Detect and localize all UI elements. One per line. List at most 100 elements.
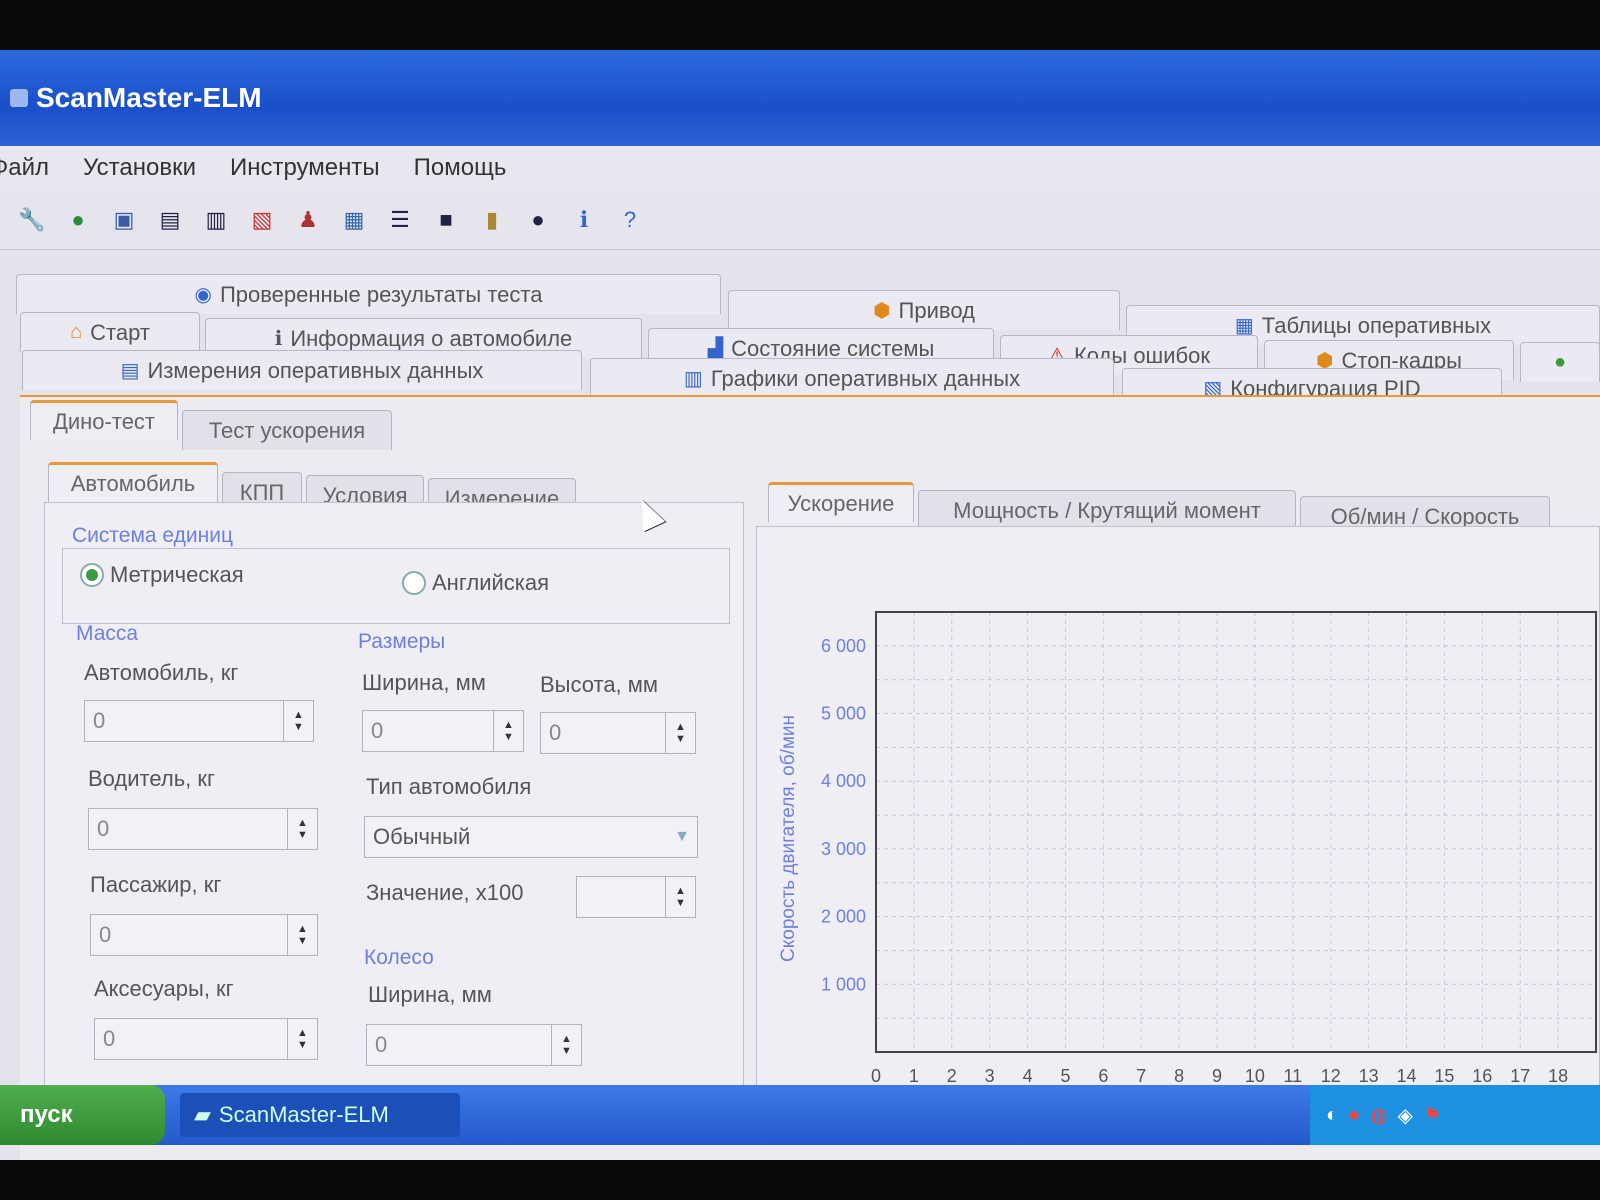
y-tick-label: 2 000	[821, 907, 866, 927]
globe-icon[interactable]: ●	[60, 202, 96, 238]
spinner-arrows-icon[interactable]: ▲ ▼	[287, 915, 317, 955]
acceleration-chart: 1 0002 0003 0004 0005 0006 000 012345678…	[778, 611, 1597, 1110]
tab-power-torque[interactable]: Мощность / Крутящий момент	[918, 490, 1296, 530]
flag-icon[interactable]: ▧	[244, 202, 280, 238]
chart-icon[interactable]: ▥	[198, 202, 234, 238]
car-icon[interactable]: ▣	[106, 202, 142, 238]
passenger-mass-spinner[interactable]: 0 ▲ ▼	[90, 914, 318, 956]
x-tick-label: 16	[1472, 1066, 1492, 1086]
flag-icon[interactable]: ⚑	[1423, 1103, 1441, 1128]
x-tick-label: 12	[1321, 1066, 1341, 1086]
tab-acceleration[interactable]: Ускорение	[768, 482, 914, 522]
spinner-arrows-icon[interactable]: ▲ ▼	[287, 1019, 317, 1059]
wheel-group-label: Колесо	[364, 946, 434, 969]
english-radio[interactable]: Английская	[402, 570, 549, 596]
value-x100-spinner[interactable]: ▲ ▼	[576, 876, 696, 918]
mass-group-label: Масса	[76, 622, 139, 645]
x-tick-label: 9	[1212, 1066, 1222, 1086]
y-tick-label: 4 000	[821, 771, 866, 791]
x-tick-label: 14	[1397, 1066, 1417, 1086]
height-label: Высота, мм	[540, 672, 659, 697]
tab-drive[interactable]: ⬢ Привод	[728, 290, 1120, 330]
info-icon: ℹ	[274, 328, 283, 350]
live-data-icon: ▤	[120, 360, 140, 382]
x-tick-label: 7	[1136, 1066, 1146, 1086]
y-tick-label: 6 000	[821, 636, 866, 656]
menu-file[interactable]: Файл	[0, 154, 49, 182]
y-tick-label: 3 000	[821, 839, 866, 859]
desktop-screen: ScanMaster-ELM Файл Установки Инструмент…	[0, 50, 1600, 1160]
title-bar: ScanMaster-ELM	[0, 50, 1600, 146]
tab-more[interactable]: ●	[1520, 342, 1600, 382]
record-icon[interactable]: ●	[520, 202, 556, 238]
plot-area-frame	[875, 611, 1597, 1053]
document-icon[interactable]: ▦	[336, 202, 372, 238]
metric-radio-dot	[80, 563, 104, 587]
tab-dyno-test[interactable]: Дино-тест	[30, 400, 178, 440]
app-icon: ▰	[194, 1102, 211, 1127]
taskbar-item-scanmaster[interactable]: ▰ ScanMaster-ELM	[180, 1093, 460, 1137]
chevron-down-icon: ▼	[674, 828, 690, 845]
x-tick-label: 13	[1359, 1066, 1379, 1086]
tab-start[interactable]: ⌂ Старт	[20, 312, 200, 352]
y-axis-ticks: 1 000 2 000 3 000 4 000 5 000 6 000	[821, 636, 866, 994]
spinner-arrows-icon[interactable]: ▲ ▼	[283, 701, 313, 741]
x-tick-label: 0	[871, 1066, 881, 1086]
driver-mass-spinner[interactable]: 0 ▲ ▼	[88, 808, 318, 850]
metric-radio[interactable]: Метрическая	[80, 562, 244, 588]
table-icon[interactable]: ☰	[382, 202, 418, 238]
spinner-arrows-icon[interactable]: ▲ ▼	[287, 809, 317, 849]
help-icon[interactable]: ?	[612, 202, 648, 238]
x-tick-label: 3	[985, 1066, 995, 1086]
menu-settings[interactable]: Установки	[83, 154, 196, 182]
value-x100-label: Значение, x100	[366, 880, 524, 905]
x-tick-label: 17	[1510, 1066, 1530, 1086]
height-spinner[interactable]: 0 ▲ ▼	[540, 712, 696, 754]
tab-live-graphs[interactable]: ▥ Графики оперативных данных	[590, 358, 1114, 398]
tab-vehicle[interactable]: Автомобиль	[48, 462, 218, 502]
wheel-width-label: Ширина, мм	[368, 982, 492, 1007]
menu-bar: Файл Установки Инструменты Помощь	[0, 146, 1600, 190]
chart-grid	[875, 612, 1597, 1052]
battery-icon[interactable]: ▮	[474, 202, 510, 238]
tab-live-measurements[interactable]: ▤ Измерения оперативных данных	[22, 350, 582, 390]
spinner-arrows-icon[interactable]: ▲ ▼	[493, 711, 523, 751]
wrench-icon[interactable]: 🔧	[14, 202, 50, 238]
menu-help[interactable]: Помощь	[414, 154, 507, 182]
volume-icon[interactable]: ●	[1348, 1104, 1360, 1127]
passenger-mass-label: Пассажир, кг	[90, 872, 222, 897]
wheel-width-spinner[interactable]: 0 ▲ ▼	[366, 1024, 582, 1066]
tab-acceleration-test[interactable]: Тест ускорения	[182, 410, 392, 450]
tray-app-icon[interactable]: ◈	[1398, 1103, 1413, 1128]
width-label: Ширина, мм	[362, 670, 486, 695]
menu-tools[interactable]: Инструменты	[230, 154, 380, 182]
test-results-icon: ◉	[194, 284, 212, 306]
accessories-mass-spinner[interactable]: 0 ▲ ▼	[94, 1018, 318, 1060]
x-tick-label: 15	[1434, 1066, 1454, 1086]
dimensions-group-label: Размеры	[358, 630, 446, 653]
car-mass-spinner[interactable]: 0 ▲ ▼	[84, 700, 314, 742]
vehicle-type-select[interactable]: Обычный ▼	[364, 816, 698, 858]
vehicle-type-label: Тип автомобиля	[366, 774, 532, 799]
start-button[interactable]: пуск	[0, 1085, 165, 1145]
x-tick-label: 6	[1098, 1066, 1108, 1086]
screen-icon[interactable]: ■	[428, 202, 464, 238]
security-icon[interactable]: ◍	[1370, 1103, 1387, 1128]
info-icon[interactable]: ℹ	[566, 202, 602, 238]
spinner-arrows-icon[interactable]: ▲ ▼	[665, 877, 695, 917]
x-tick-label: 18	[1548, 1066, 1568, 1086]
spinner-arrows-icon[interactable]: ▲ ▼	[665, 713, 695, 753]
system-tray: ◐ ● ◍ ◈ ⚑	[1310, 1085, 1600, 1145]
x-tick-label: 2	[947, 1066, 957, 1086]
x-tick-label: 5	[1060, 1066, 1070, 1086]
x-tick-label: 8	[1174, 1066, 1184, 1086]
person-icon[interactable]: ♟	[290, 202, 326, 238]
width-spinner[interactable]: 0 ▲ ▼	[362, 710, 524, 752]
monitor-icon[interactable]: ▤	[152, 202, 188, 238]
app-icon	[10, 89, 28, 107]
network-icon[interactable]: ◐	[1326, 1104, 1338, 1127]
x-tick-label: 11	[1283, 1066, 1302, 1086]
spinner-arrows-icon[interactable]: ▲ ▼	[551, 1025, 581, 1065]
tab-test-results[interactable]: ◉ Проверенные результаты теста	[16, 274, 721, 314]
units-group-label: Система единиц	[72, 524, 233, 547]
